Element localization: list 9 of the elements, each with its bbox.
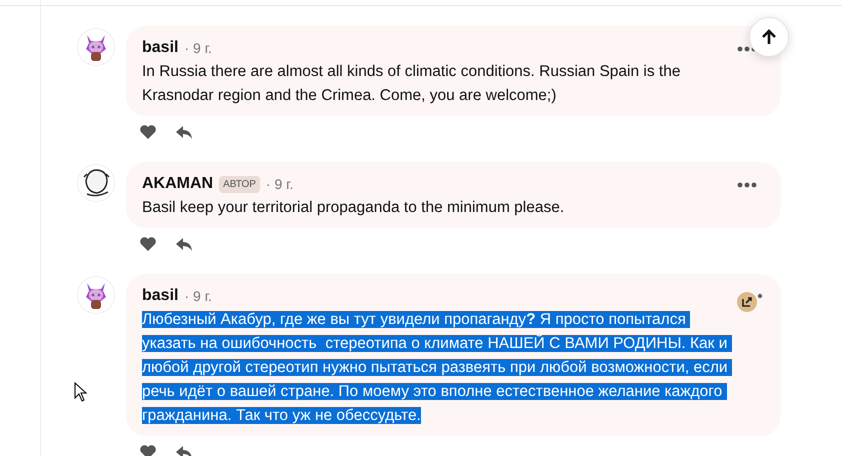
author-name[interactable]: basil xyxy=(142,287,178,305)
comment-text: Basil keep your territorial propaganda to the minimum please. xyxy=(142,198,566,218)
comment-time: · 9 г. xyxy=(266,176,294,192)
comment-time: · 9 г. xyxy=(184,40,212,56)
author-name[interactable]: basil xyxy=(142,39,178,57)
author-name[interactable]: AKAMAN xyxy=(142,175,214,193)
author-badge: АВТОР xyxy=(219,176,260,192)
comment-text: In Russia there are almost all kinds of climatic conditions. Russian Spain is the Krasnodar region and the Crimea. Come, you are welcome;) xyxy=(142,62,682,106)
comment-time: · 9 г. xyxy=(184,288,212,304)
